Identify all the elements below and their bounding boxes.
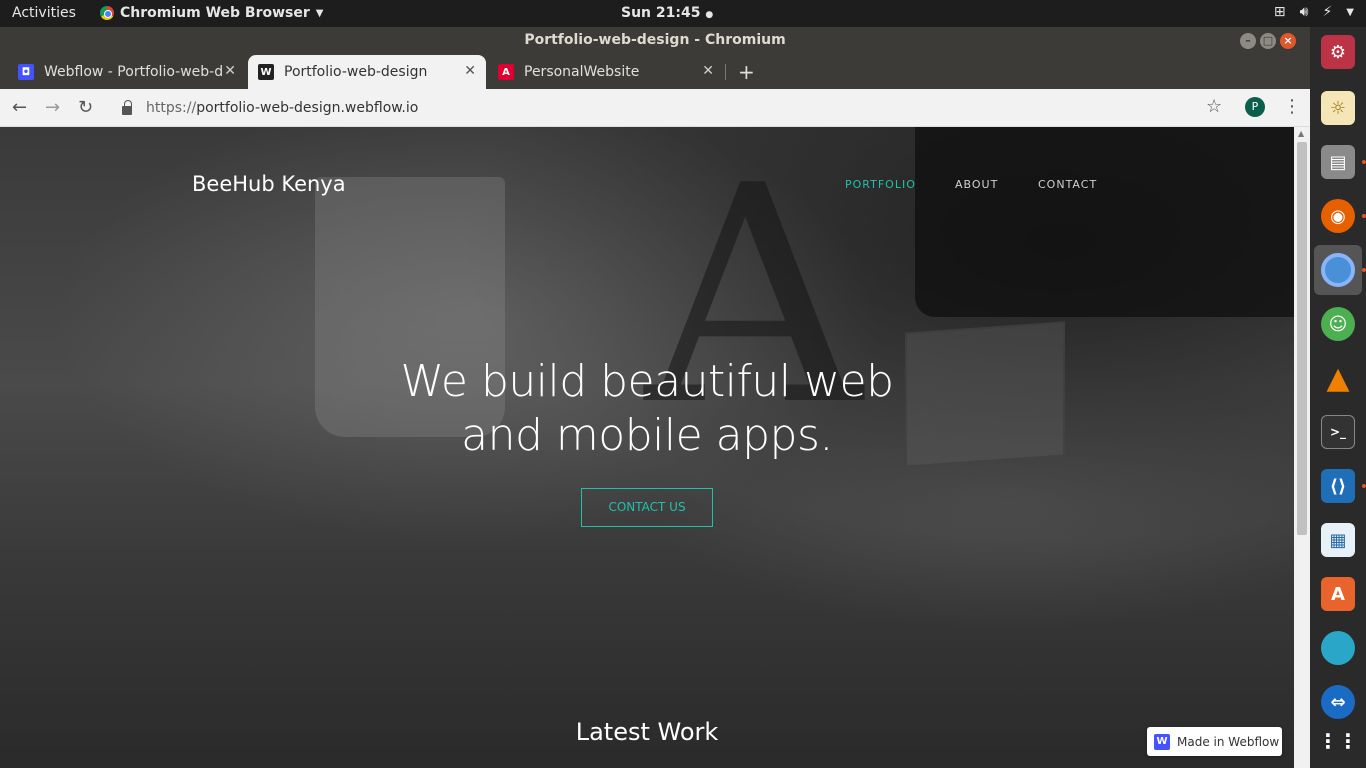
made-in-webflow-badge[interactable]: W Made in Webflow xyxy=(1147,727,1282,756)
chevron-down-icon: ▼ xyxy=(315,7,324,19)
back-icon[interactable]: ← xyxy=(12,97,27,118)
hero-line-2: and mobile apps. xyxy=(461,410,833,461)
close-tab-icon[interactable]: ✕ xyxy=(702,63,714,79)
window-title: Portfolio-web-design - Chromium xyxy=(524,32,786,48)
apps-grid-icon[interactable]: ⋮⋮ xyxy=(1318,724,1358,758)
tab-label: Webflow - Portfolio-web-d xyxy=(44,64,224,80)
writer-icon[interactable]: ▦ xyxy=(1321,523,1355,557)
browser-toolbar: ← → ↻ https://portfolio-web-design.webfl… xyxy=(0,89,1310,127)
nav-contact[interactable]: CONTACT xyxy=(1038,178,1097,191)
tab-label: Portfolio-web-design xyxy=(284,64,428,80)
app-menu-label: Chromium Web Browser xyxy=(120,5,310,21)
background-monitor xyxy=(915,127,1294,317)
world-icon[interactable]: ☺ xyxy=(1321,307,1355,341)
contact-us-button[interactable]: CONTACT US xyxy=(581,488,713,527)
tab-separator xyxy=(725,64,726,80)
vlc-icon[interactable]: ▲ xyxy=(1321,361,1355,396)
url-host: portfolio-web-design.webflow.io xyxy=(196,100,419,116)
page-scrollbar[interactable]: ▲ xyxy=(1294,127,1310,768)
system-tray[interactable]: ⊞ 🔊︎ ⚡︎ ▼ xyxy=(1274,4,1354,20)
chromium-icon xyxy=(1321,253,1355,287)
address-bar[interactable]: https://portfolio-web-design.webflow.io xyxy=(112,94,1232,122)
app-menu[interactable]: Chromium Web Browser ▼ xyxy=(100,5,323,21)
tab-personal-website[interactable]: A PersonalWebsite ✕ xyxy=(488,55,724,89)
url-scheme: https:// xyxy=(146,100,197,116)
lock-icon xyxy=(122,99,132,115)
hero-line-1: We build beautiful web xyxy=(400,356,894,407)
tab-label: PersonalWebsite xyxy=(524,64,640,80)
close-tab-icon[interactable]: ✕ xyxy=(224,63,236,79)
hero-heading: We build beautiful web and mobile apps. xyxy=(347,355,947,463)
brightness-icon[interactable]: ☼ xyxy=(1321,91,1355,125)
nav-about[interactable]: ABOUT xyxy=(955,178,998,191)
nav-portfolio[interactable]: PORTFOLIO xyxy=(845,178,916,191)
battery-icon: ⚡︎ xyxy=(1322,4,1333,20)
globe-icon[interactable] xyxy=(1321,631,1355,665)
page-viewport: A BeeHub Kenya PORTFOLIO ABOUT CONTACT W… xyxy=(0,127,1294,768)
network-icon: ⊞ xyxy=(1273,4,1286,20)
files-icon[interactable]: ▤ xyxy=(1321,145,1355,179)
site-brand[interactable]: BeeHub Kenya xyxy=(192,172,346,196)
angular-icon: A xyxy=(498,64,514,80)
chromium-dock-button[interactable] xyxy=(1314,245,1362,295)
ubuntu-dock: ⚙ ☼ ▤ ◉ ☺ ▲ >_ ⟨⟩ ▦ A ⇔ ⋮⋮ xyxy=(1310,27,1366,768)
tab-webflow[interactable]: ◘ Webflow - Portfolio-web-d ✕ xyxy=(0,55,246,89)
software-center-icon[interactable]: A xyxy=(1321,577,1355,611)
settings-icon[interactable]: ⚙ xyxy=(1321,35,1355,69)
new-tab-button[interactable]: + xyxy=(738,60,755,84)
scroll-up-icon[interactable]: ▲ xyxy=(1298,129,1304,138)
vscode-icon[interactable]: ⟨⟩ xyxy=(1321,469,1355,503)
chevron-down-icon: ▼ xyxy=(1346,6,1354,18)
window-title-bar: Portfolio-web-design - Chromium – □ × xyxy=(0,27,1310,55)
section-title: Latest Work xyxy=(575,718,719,746)
scroll-thumb[interactable] xyxy=(1297,142,1307,535)
webflow-icon: ◘ xyxy=(18,64,34,80)
reload-icon[interactable]: ↻ xyxy=(78,97,93,118)
clock[interactable]: Sun 21:45 ● xyxy=(621,5,713,21)
running-indicator xyxy=(1362,484,1366,488)
terminal-icon[interactable]: >_ xyxy=(1321,415,1355,449)
system-top-bar: Activities Chromium Web Browser ▼ Sun 21… xyxy=(0,0,1366,27)
volume-icon: 🔊︎ xyxy=(1299,4,1309,20)
running-indicator xyxy=(1362,214,1366,218)
profile-avatar[interactable]: P xyxy=(1245,97,1265,117)
forward-icon[interactable]: → xyxy=(45,97,60,118)
w-icon: W xyxy=(258,64,274,80)
webflow-logo-icon: W xyxy=(1154,733,1170,750)
close-tab-icon[interactable]: ✕ xyxy=(464,63,476,79)
close-window-button[interactable]: × xyxy=(1280,33,1296,49)
minimize-button[interactable]: – xyxy=(1240,33,1256,49)
running-indicator xyxy=(1362,268,1366,272)
menu-icon[interactable]: ⋮ xyxy=(1283,96,1301,117)
teamviewer-icon[interactable]: ⇔ xyxy=(1321,685,1355,719)
bookmark-star-icon[interactable]: ☆ xyxy=(1206,96,1222,117)
badge-label: Made in Webflow xyxy=(1177,734,1280,749)
running-indicator xyxy=(1362,160,1366,164)
activities-button[interactable]: Activities xyxy=(12,5,76,21)
maximize-button[interactable]: □ xyxy=(1260,33,1276,49)
tab-strip: ◘ Webflow - Portfolio-web-d ✕ W Portfoli… xyxy=(0,55,1310,89)
tab-portfolio[interactable]: W Portfolio-web-design ✕ xyxy=(248,55,486,89)
firefox-icon[interactable]: ◉ xyxy=(1321,199,1355,233)
chromium-icon xyxy=(100,6,114,20)
